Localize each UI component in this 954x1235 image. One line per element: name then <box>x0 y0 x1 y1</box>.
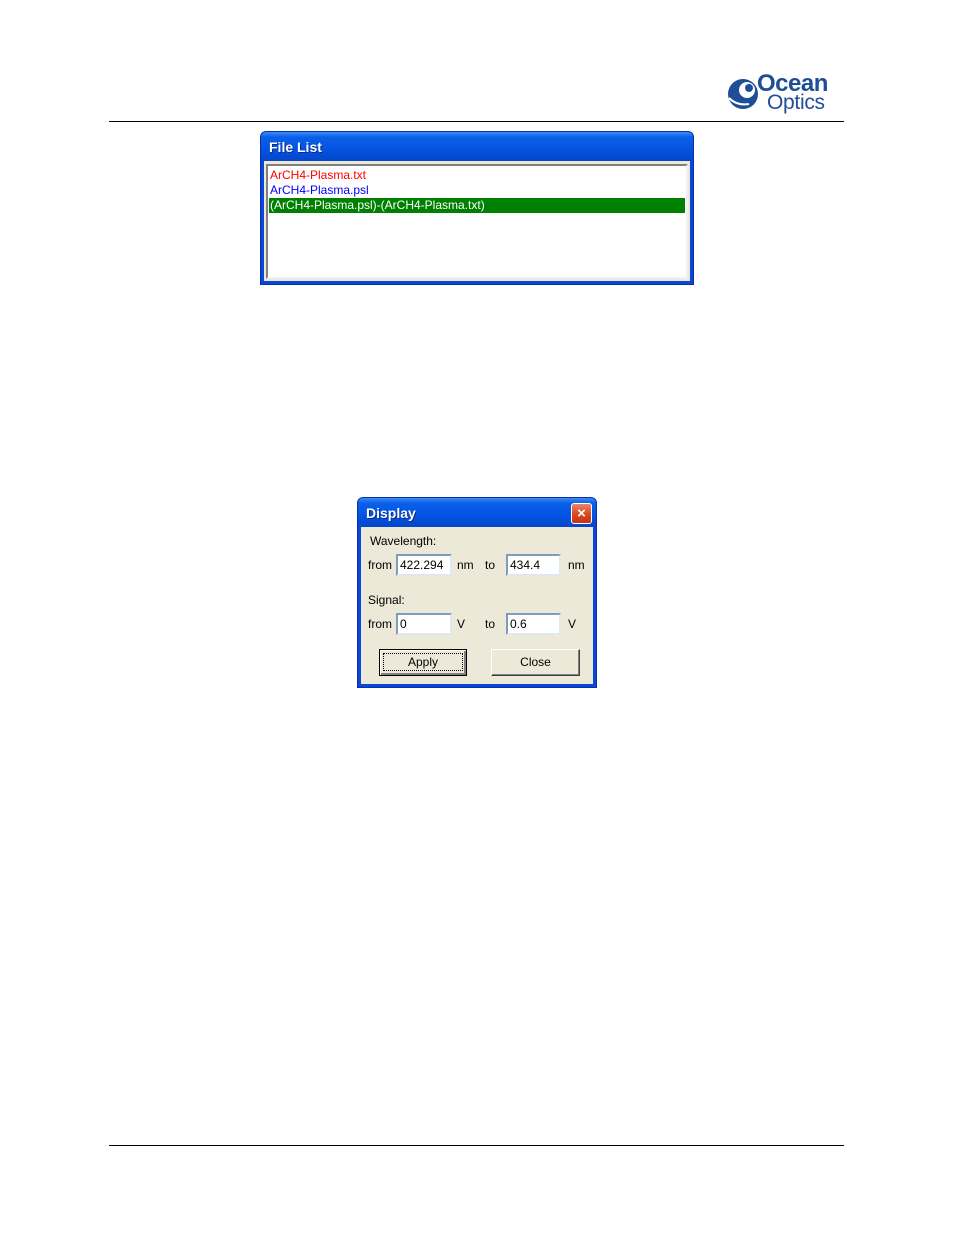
list-item[interactable]: (ArCH4-Plasma.psl)-(ArCH4-Plasma.txt) <box>269 198 685 213</box>
ocean-optics-logo: Ocean Optics <box>727 70 845 116</box>
signal-from-unit: V <box>457 617 466 631</box>
signal-from-label: from <box>368 617 392 631</box>
file-listbox[interactable]: ArCH4-Plasma.txt ArCH4-Plasma.psl (ArCH4-P… <box>266 164 688 279</box>
display-window: Display × Wavelength: from nm to nm Sign… <box>357 497 597 688</box>
close-icon[interactable]: × <box>571 503 592 524</box>
logo-text-optics: Optics <box>767 91 825 114</box>
display-title: Display <box>366 505 416 521</box>
apply-button[interactable]: Apply <box>379 649 467 676</box>
list-item[interactable]: ArCH4-Plasma.psl <box>269 183 685 198</box>
wavelength-to-label: to <box>485 558 496 572</box>
signal-to-input[interactable] <box>506 613 561 635</box>
wavelength-from-input[interactable] <box>396 554 452 576</box>
display-client: Wavelength: from nm to nm Signal: from V… <box>361 527 593 684</box>
wavelength-label: Wavelength: <box>370 534 437 548</box>
wavelength-from-label: from <box>368 558 392 572</box>
file-list-client: ArCH4-Plasma.txt ArCH4-Plasma.psl (ArCH4-P… <box>264 161 690 281</box>
file-list-window: File List ArCH4-Plasma.txt ArCH4-Plasma.p… <box>260 131 694 285</box>
signal-from-input[interactable] <box>396 613 452 635</box>
apply-button-label: Apply <box>382 653 464 671</box>
file-list-titlebar[interactable]: File List <box>261 132 693 161</box>
footer-rule <box>109 1145 844 1146</box>
wavelength-from-unit: nm <box>457 558 474 572</box>
header-rule <box>109 121 844 122</box>
display-titlebar[interactable]: Display × <box>358 498 596 527</box>
signal-label: Signal: <box>368 593 405 607</box>
wavelength-to-input[interactable] <box>506 554 561 576</box>
file-list-title: File List <box>269 139 322 155</box>
list-item[interactable]: ArCH4-Plasma.txt <box>269 168 685 183</box>
wavelength-to-unit: nm <box>568 558 585 572</box>
signal-to-unit: V <box>568 617 577 631</box>
signal-to-label: to <box>485 617 496 631</box>
close-button[interactable]: Close <box>491 649 580 676</box>
